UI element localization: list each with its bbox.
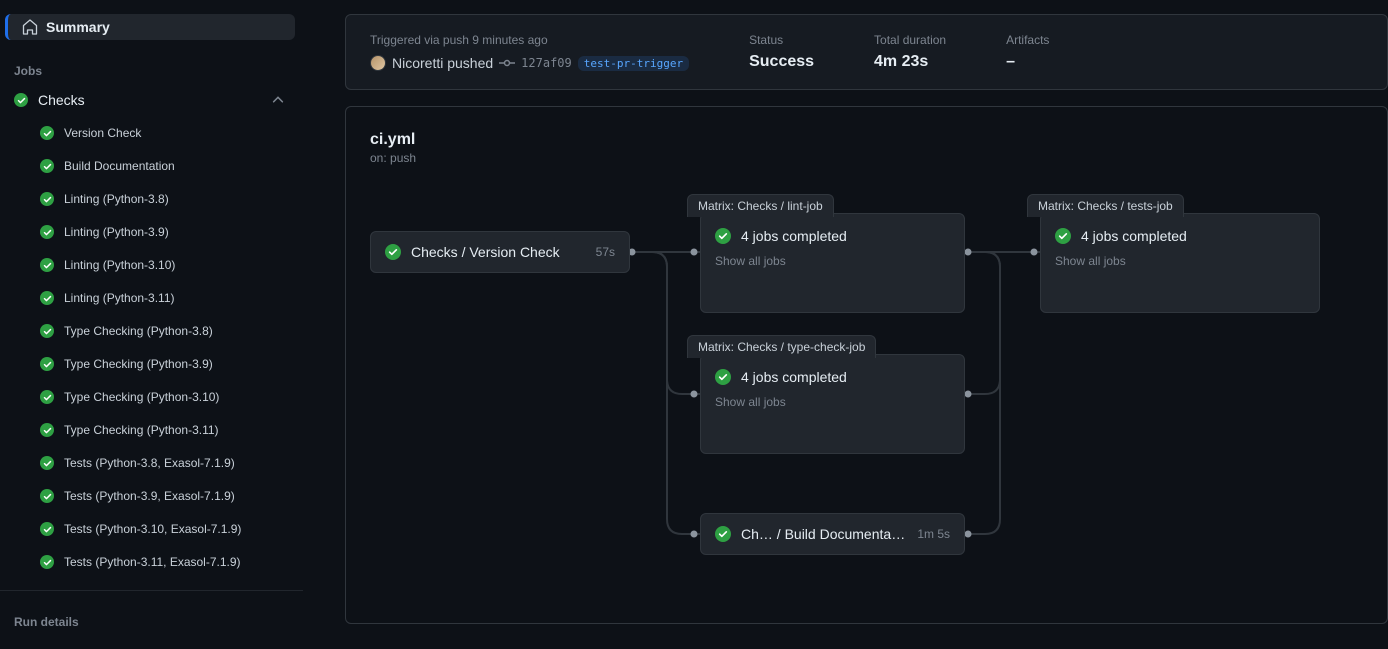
stat-artifacts-value: – [1006, 53, 1049, 71]
sidebar-job-item-label: Tests (Python-3.11, Exasol-7.1.9) [64, 552, 241, 572]
sidebar-job-item-label: Tests (Python-3.8, Exasol-7.1.9) [64, 453, 235, 473]
house-icon [22, 19, 38, 35]
sidebar-job-item[interactable]: Version Check [0, 119, 303, 147]
workflow-event: on: push [370, 151, 1363, 165]
sidebar-job-item[interactable]: Type Checking (Python-3.8) [0, 317, 303, 345]
matrix-lint-tab: Matrix: Checks / lint-job [687, 194, 834, 217]
sidebar-summary-label: Summary [46, 19, 110, 35]
avatar[interactable] [370, 55, 386, 71]
graph-matrix-lint[interactable]: Matrix: Checks / lint-job 4 jobs complet… [700, 213, 965, 313]
node-label: Checks / Version Check [411, 244, 586, 260]
check-icon [40, 291, 54, 305]
workflow-file-name[interactable]: ci.yml [370, 131, 1363, 149]
matrix-type-show-all[interactable]: Show all jobs [715, 395, 950, 409]
matrix-lint-show-all[interactable]: Show all jobs [715, 254, 950, 268]
check-icon [715, 369, 731, 385]
sidebar-job-item[interactable]: Build Documentation [0, 152, 303, 180]
graph-node-build-docs[interactable]: Ch… / Build Documentation 1m 5s [700, 513, 965, 555]
sidebar-job-group[interactable]: Checks [0, 86, 303, 114]
sidebar-job-item[interactable]: Tests (Python-3.10, Exasol-7.1.9) [0, 515, 303, 543]
sidebar-job-item[interactable]: Tests (Python-3.8, Exasol-7.1.9) [0, 449, 303, 477]
check-icon [385, 244, 401, 260]
stat-duration-value: 4m 23s [874, 53, 946, 71]
check-icon [40, 489, 54, 503]
check-icon [40, 555, 54, 569]
sidebar-job-item[interactable]: Linting (Python-3.9) [0, 218, 303, 246]
matrix-tests-tab: Matrix: Checks / tests-job [1027, 194, 1184, 217]
check-icon [40, 225, 54, 239]
sidebar-job-group-label: Checks [38, 92, 261, 108]
sidebar-job-item[interactable]: Type Checking (Python-3.9) [0, 350, 303, 378]
stat-duration: Total duration 4m 23s [874, 33, 946, 71]
graph-node-version-check[interactable]: Checks / Version Check 57s [370, 231, 630, 273]
branch-tag[interactable]: test-pr-trigger [578, 56, 689, 71]
sidebar-job-item-label: Linting (Python-3.9) [64, 222, 169, 242]
matrix-lint-summary: 4 jobs completed [741, 228, 847, 244]
node-time: 57s [596, 245, 615, 259]
sidebar-job-item-label: Type Checking (Python-3.11) [64, 420, 219, 440]
sidebar-job-item-label: Type Checking (Python-3.10) [64, 387, 219, 407]
node-time: 1m 5s [917, 527, 950, 541]
stat-status-label: Status [749, 33, 814, 47]
main-panel: Triggered via push 9 minutes ago Nicoret… [303, 0, 1388, 649]
sidebar-jobs-heading: Jobs [14, 64, 303, 78]
node-label: Ch… / Build Documentation [741, 526, 907, 542]
sidebar-job-item-label: Version Check [64, 123, 141, 143]
stat-status-value: Success [749, 53, 814, 71]
sidebar-run-details-heading: Run details [14, 615, 303, 629]
stat-status: Status Success [749, 33, 814, 71]
sidebar-job-item-label: Type Checking (Python-3.9) [64, 354, 213, 374]
sidebar-job-item[interactable]: Tests (Python-3.9, Exasol-7.1.9) [0, 482, 303, 510]
sidebar-job-item[interactable]: Type Checking (Python-3.10) [0, 383, 303, 411]
graph-matrix-tests[interactable]: Matrix: Checks / tests-job 4 jobs comple… [1040, 213, 1320, 313]
run-header-card: Triggered via push 9 minutes ago Nicoret… [345, 14, 1388, 90]
check-icon [40, 423, 54, 437]
check-icon [40, 324, 54, 338]
commit-icon [499, 55, 515, 71]
check-icon [40, 192, 54, 206]
sidebar-job-item-label: Linting (Python-3.10) [64, 255, 175, 275]
sidebar-job-item-label: Tests (Python-3.10, Exasol-7.1.9) [64, 519, 241, 539]
actor-text[interactable]: Nicoretti pushed [392, 55, 493, 71]
chevron-up-icon [271, 93, 285, 107]
check-icon [715, 228, 731, 244]
check-icon [715, 526, 731, 542]
trigger-text: Triggered via push 9 minutes ago [370, 33, 689, 47]
check-icon [40, 456, 54, 470]
matrix-type-tab: Matrix: Checks / type-check-job [687, 335, 876, 358]
check-icon [1055, 228, 1071, 244]
check-icon [40, 390, 54, 404]
sidebar-job-item-label: Type Checking (Python-3.8) [64, 321, 213, 341]
sidebar-job-item[interactable]: Tests (Python-3.11, Exasol-7.1.9) [0, 548, 303, 576]
sidebar: Summary Jobs Checks Version Check Build D… [0, 0, 303, 649]
workflow-graph-panel: ci.yml on: push Checks / Ve [345, 106, 1388, 624]
sidebar-job-list: Version Check Build Documentation Linting … [0, 119, 303, 576]
commit-sha[interactable]: 127af09 [521, 56, 572, 70]
sidebar-job-item[interactable]: Linting (Python-3.8) [0, 185, 303, 213]
sidebar-summary[interactable]: Summary [5, 14, 295, 40]
sidebar-job-item[interactable]: Type Checking (Python-3.11) [0, 416, 303, 444]
matrix-tests-show-all[interactable]: Show all jobs [1055, 254, 1305, 268]
matrix-type-summary: 4 jobs completed [741, 369, 847, 385]
check-icon [40, 126, 54, 140]
sidebar-job-item-label: Tests (Python-3.9, Exasol-7.1.9) [64, 486, 235, 506]
sidebar-job-item-label: Linting (Python-3.8) [64, 189, 169, 209]
stat-duration-label: Total duration [874, 33, 946, 47]
graph-matrix-typecheck[interactable]: Matrix: Checks / type-check-job 4 jobs c… [700, 354, 965, 454]
sidebar-job-item[interactable]: Linting (Python-3.11) [0, 284, 303, 312]
sidebar-job-item-label: Build Documentation [64, 156, 175, 176]
check-icon [40, 357, 54, 371]
stat-artifacts: Artifacts – [1006, 33, 1049, 71]
sidebar-job-item-label: Linting (Python-3.11) [64, 288, 175, 308]
check-icon [40, 522, 54, 536]
check-icon [40, 258, 54, 272]
check-icon [40, 159, 54, 173]
sidebar-job-item[interactable]: Linting (Python-3.10) [0, 251, 303, 279]
matrix-tests-summary: 4 jobs completed [1081, 228, 1187, 244]
check-icon [14, 93, 28, 107]
stat-artifacts-label: Artifacts [1006, 33, 1049, 47]
